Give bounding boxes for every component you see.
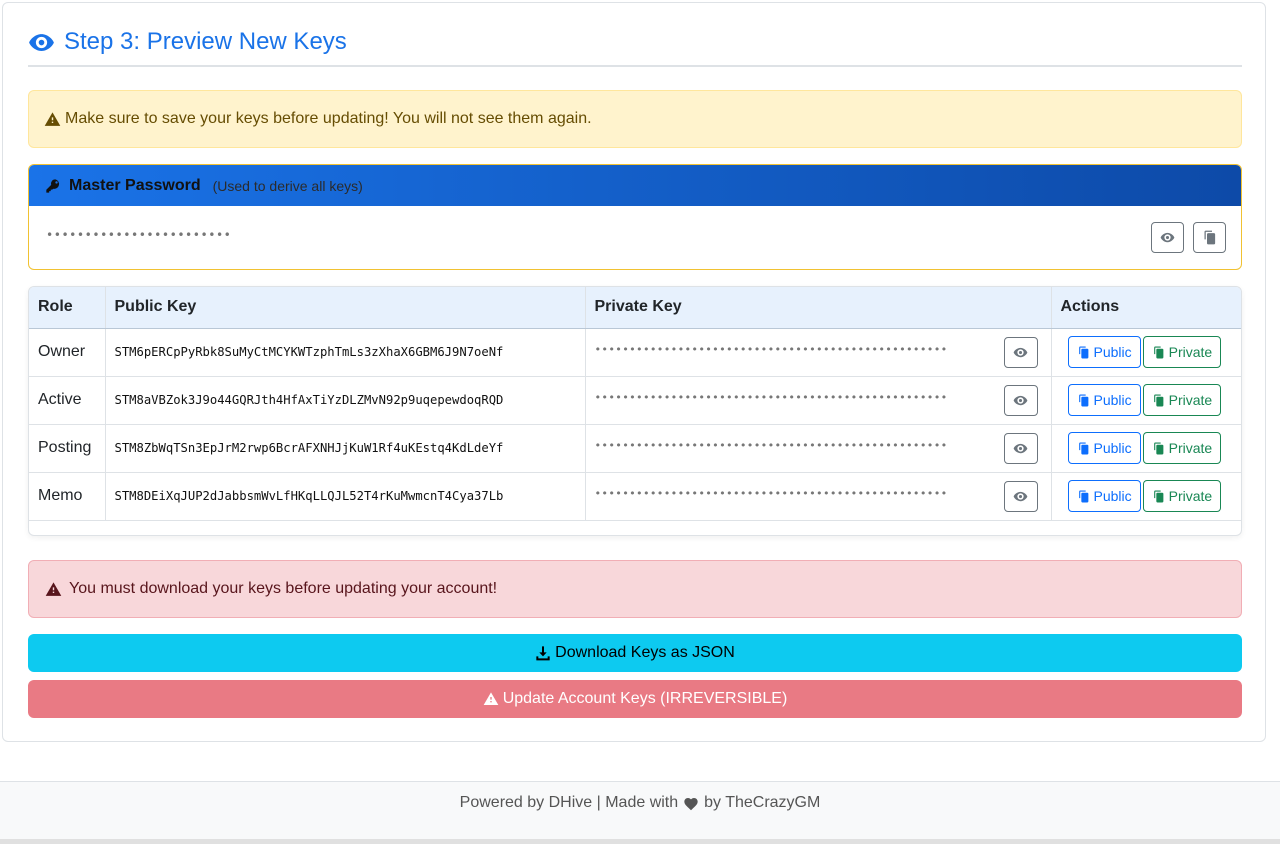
copy-icon — [1078, 394, 1088, 406]
master-password-subtitle: (Used to derive all keys) — [212, 177, 363, 194]
title-divider — [28, 65, 1242, 67]
copy-icon — [1153, 442, 1164, 454]
public-key-cell: STM8aVBZok3J9o44GQRJth4HfAxTiYzDLZMvN92p… — [105, 376, 586, 425]
download-required-alert: You must download your keys before updat… — [28, 560, 1242, 618]
copy-public-key-button[interactable]: Public — [1067, 336, 1141, 368]
col-header-actions: Actions — [1051, 287, 1241, 329]
show-private-key-button[interactable] — [1003, 336, 1038, 368]
download-keys-label: Download Keys as JSON — [555, 644, 735, 661]
copy-icon — [1204, 230, 1216, 245]
copy-private-key-button[interactable]: Private — [1142, 480, 1222, 512]
public-key-cell: STM8DEiXqJUP2dJabbsmWvLfHKqLLQJL52T4rKuM… — [105, 472, 586, 521]
footer-text-after: by TheCrazyGM — [704, 794, 821, 811]
key-row-active: Active STM8aVBZok3J9o44GQRJth4HfAxTiYzDLZ… — [29, 376, 1241, 425]
actions-cell: Public Private — [1051, 424, 1241, 473]
copy-private-label: Private — [1168, 392, 1213, 408]
master-password-card: Master Password (Used to derive all keys… — [28, 164, 1242, 270]
key-icon — [46, 178, 60, 193]
copy-icon — [1153, 490, 1164, 502]
role-cell: Owner — [29, 328, 106, 377]
role-cell: Memo — [29, 472, 106, 521]
role-cell: Posting — [29, 424, 106, 473]
show-master-password-button[interactable] — [1151, 222, 1184, 253]
actions-cell: Public Private — [1051, 376, 1241, 425]
download-required-text: You must download your keys before updat… — [69, 580, 498, 597]
public-key-value[interactable]: STM8DEiXqJUP2dJabbsmWvLfHKqLLQJL52T4rKuM… — [115, 489, 504, 503]
copy-master-password-button[interactable] — [1193, 222, 1226, 253]
private-key-value: ••••••••••••••••••••••••••••••••••••••••… — [594, 343, 948, 356]
col-header-role: Role — [29, 287, 106, 329]
copy-public-label: Public — [1093, 392, 1132, 408]
copy-private-key-button[interactable]: Private — [1142, 336, 1222, 368]
eye-icon — [29, 33, 54, 51]
private-key-value: ••••••••••••••••••••••••••••••••••••••••… — [594, 487, 948, 500]
private-key-value: ••••••••••••••••••••••••••••••••••••••••… — [594, 391, 948, 404]
public-key-cell: STM6pERCpPyRbk8SuMyCtMCYKWTzphTmLs3zXhaX… — [105, 328, 586, 377]
warning-triangle-icon — [45, 581, 62, 596]
copy-private-label: Private — [1168, 440, 1213, 456]
eye-icon — [1160, 232, 1175, 243]
copy-public-label: Public — [1093, 344, 1132, 360]
show-private-key-button[interactable] — [1003, 480, 1038, 512]
update-account-keys-label: Update Account Keys (IRREVERSIBLE) — [502, 690, 788, 707]
copy-icon — [1078, 346, 1088, 358]
eye-icon — [1013, 443, 1028, 453]
copy-private-key-button[interactable]: Private — [1142, 384, 1222, 416]
copy-icon — [1078, 442, 1088, 454]
public-key-value[interactable]: STM8aVBZok3J9o44GQRJth4HfAxTiYzDLZMvN92p… — [115, 393, 504, 407]
copy-public-key-button[interactable]: Public — [1067, 480, 1141, 512]
private-key-cell: ••••••••••••••••••••••••••••••••••••••••… — [585, 376, 1052, 425]
col-header-public-key: Public Key — [105, 287, 586, 329]
page-title: Step 3: Preview New Keys — [64, 28, 347, 55]
download-keys-button[interactable]: Download Keys as JSON — [28, 634, 1242, 672]
private-key-cell: ••••••••••••••••••••••••••••••••••••••••… — [585, 424, 1052, 473]
copy-public-label: Public — [1093, 440, 1132, 456]
private-key-cell: ••••••••••••••••••••••••••••••••••••••••… — [585, 328, 1052, 377]
copy-icon — [1153, 394, 1164, 406]
actions-cell: Public Private — [1051, 472, 1241, 521]
warning-triangle-icon — [483, 692, 499, 705]
update-account-keys-button[interactable]: Update Account Keys (IRREVERSIBLE) — [28, 680, 1242, 718]
bottom-strip — [0, 839, 1280, 844]
eye-icon — [1013, 347, 1028, 357]
download-icon — [536, 646, 550, 661]
col-header-private-key: Private Key — [585, 287, 1052, 329]
show-private-key-button[interactable] — [1003, 384, 1038, 416]
role-cell: Active — [29, 376, 106, 425]
actions-cell: Public Private — [1051, 328, 1241, 377]
footer-text-before: Powered by DHive | Made with — [459, 794, 679, 811]
show-private-key-button[interactable] — [1003, 432, 1038, 464]
eye-icon — [1013, 395, 1028, 405]
private-key-cell: ••••••••••••••••••••••••••••••••••••••••… — [585, 472, 1052, 521]
copy-private-key-button[interactable]: Private — [1142, 432, 1222, 464]
footer: Powered by DHive | Made with by TheCrazy… — [0, 781, 1280, 839]
copy-public-key-button[interactable]: Public — [1067, 384, 1141, 416]
copy-private-label: Private — [1168, 488, 1213, 504]
heart-icon — [684, 798, 698, 811]
copy-icon — [1078, 490, 1088, 502]
key-row-owner: Owner STM6pERCpPyRbk8SuMyCtMCYKWTzphTmLs3… — [29, 328, 1241, 377]
key-row-posting: Posting STM8ZbWqTSn3EpJrM2rwp6BcrAFXNHJjK… — [29, 424, 1241, 473]
private-key-value: ••••••••••••••••••••••••••••••••••••••••… — [594, 439, 948, 452]
master-password-header: Master Password (Used to derive all keys… — [29, 165, 1241, 206]
copy-icon — [1153, 346, 1164, 358]
copy-private-label: Private — [1168, 344, 1213, 360]
warning-triangle-icon — [44, 111, 61, 126]
copy-public-label: Public — [1093, 488, 1132, 504]
keys-table-header: Role Public Key Private Key Actions — [29, 287, 1241, 329]
master-password-value: •••••••••••••••••••••••• — [46, 228, 232, 242]
public-key-value[interactable]: STM6pERCpPyRbk8SuMyCtMCYKWTzphTmLs3zXhaX… — [115, 345, 504, 359]
eye-icon — [1013, 491, 1028, 501]
master-password-title: Master Password — [69, 176, 201, 194]
public-key-cell: STM8ZbWqTSn3EpJrM2rwp6BcrAFXNHJjKuW1Rf4u… — [105, 424, 586, 473]
step-card: Step 3: Preview New Keys Make sure to sa… — [2, 2, 1266, 742]
copy-public-key-button[interactable]: Public — [1067, 432, 1141, 464]
key-row-memo: Memo STM8DEiXqJUP2dJabbsmWvLfHKqLLQJL52T4… — [29, 472, 1241, 521]
keys-table: Role Public Key Private Key Actions Owne… — [28, 286, 1242, 536]
save-warning-alert: Make sure to save your keys before updat… — [28, 90, 1242, 148]
save-warning-text: Make sure to save your keys before updat… — [65, 110, 592, 127]
step-heading: Step 3: Preview New Keys — [28, 27, 347, 57]
public-key-value[interactable]: STM8ZbWqTSn3EpJrM2rwp6BcrAFXNHJjKuW1Rf4u… — [115, 441, 504, 455]
